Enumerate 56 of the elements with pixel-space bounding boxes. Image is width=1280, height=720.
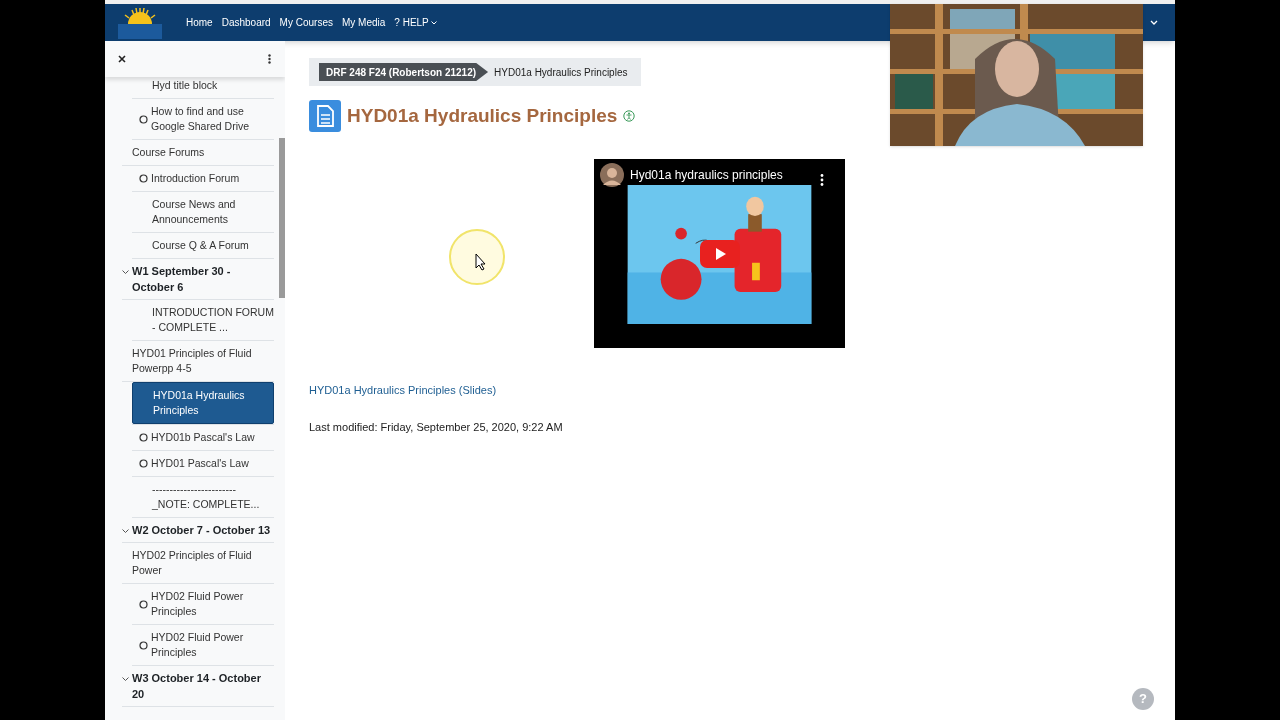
- completion-circle-icon[interactable]: [139, 114, 148, 124]
- item-label[interactable]: How to find and use Google Shared Drive: [151, 104, 274, 134]
- chevron-down-icon[interactable]: [122, 529, 129, 534]
- nav-link[interactable]: Dashboard: [221, 15, 271, 30]
- slides-link[interactable]: HYD01a Hydraulics Principles (Slides): [309, 382, 497, 399]
- page-item[interactable]: Hyd title block: [132, 73, 274, 98]
- section-link[interactable]: Course Forums: [122, 140, 274, 165]
- document-icon: [309, 100, 341, 132]
- nav-link[interactable]: Home: [186, 15, 213, 30]
- section-heading[interactable]: W2 October 7 - October 13: [132, 522, 271, 538]
- completion-circle-icon[interactable]: [139, 174, 148, 183]
- activity-item[interactable]: HYD02 Fluid Power Principles: [132, 625, 274, 665]
- page-title: HYD01a Hydraulics Principles: [347, 103, 618, 128]
- activity-item[interactable]: How to find and use Google Shared Drive: [132, 99, 274, 139]
- section-heading[interactable]: W1 September 30 - October 6: [132, 263, 274, 295]
- caret-icon: [430, 20, 437, 25]
- more-options-icon[interactable]: [268, 54, 271, 64]
- completion-circle-icon[interactable]: [139, 459, 148, 468]
- sunburst-logo[interactable]: [118, 6, 162, 39]
- page-item[interactable]: Course Q & A Forum: [132, 233, 274, 258]
- video-player[interactable]: Hyd01a hydraulics principles: [594, 159, 845, 348]
- page-item[interactable]: HYD01a Hydraulics Principles: [132, 382, 274, 424]
- page-breadcrumb[interactable]: HYD01a Hydraulics Principles: [494, 64, 628, 80]
- more-options-icon[interactable]: [820, 174, 824, 186]
- help-menu[interactable]: ? HELP: [394, 15, 437, 30]
- activity-item[interactable]: HYD01 Pascal's Law: [132, 451, 274, 476]
- item-label[interactable]: HYD01 Pascal's Law: [151, 456, 249, 471]
- video-title[interactable]: Hyd01a hydraulics principles: [630, 166, 783, 184]
- item-label[interactable]: Introduction Forum: [151, 171, 240, 186]
- last-modified-text: Last modified: Friday, September 25, 2020, 9:22 AM: [309, 419, 563, 435]
- play-button-icon[interactable]: [700, 240, 740, 268]
- section-link[interactable]: HYD02 Principles of Fluid Power: [122, 543, 274, 583]
- activity-item[interactable]: HYD01b Pascal's Law: [132, 425, 274, 450]
- scrollbar-thumb[interactable]: [279, 138, 285, 298]
- cursor-highlight-icon: [448, 228, 506, 286]
- item-label[interactable]: HYD02 Fluid Power Principles: [151, 589, 274, 619]
- course-breadcrumb[interactable]: DRF 248 F24 (Robertson 21212): [319, 63, 489, 81]
- section-link[interactable]: HYD01 Principles of Fluid Powerpp 4-5: [122, 341, 274, 381]
- completion-circle-icon[interactable]: [139, 599, 148, 609]
- close-button[interactable]: [118, 55, 126, 63]
- section-heading[interactable]: W3 October 14 - October 20: [132, 670, 274, 702]
- page-item[interactable]: Course News and Announcements: [132, 192, 274, 232]
- chevron-down-icon[interactable]: [122, 270, 129, 275]
- nav-link[interactable]: My Media: [341, 15, 386, 30]
- nav-link[interactable]: My Courses: [279, 15, 333, 30]
- activity-item[interactable]: Introduction Forum: [132, 166, 274, 191]
- activity-item[interactable]: HYD02 Fluid Power Principles: [132, 584, 274, 624]
- channel-avatar[interactable]: [600, 163, 624, 187]
- accessibility-icon: [623, 110, 636, 122]
- item-label[interactable]: HYD02 Fluid Power Principles: [151, 630, 274, 660]
- item-label[interactable]: HYD01b Pascal's Law: [151, 430, 255, 445]
- page-item[interactable]: INTRODUCTION FORUM - COMPLETE ...: [132, 300, 274, 340]
- completion-circle-icon[interactable]: [139, 640, 148, 650]
- chevron-down-icon[interactable]: [122, 677, 129, 682]
- page-item[interactable]: ------------------------ _NOTE: COMPLETE...: [132, 477, 274, 517]
- completion-circle-icon[interactable]: [139, 433, 148, 442]
